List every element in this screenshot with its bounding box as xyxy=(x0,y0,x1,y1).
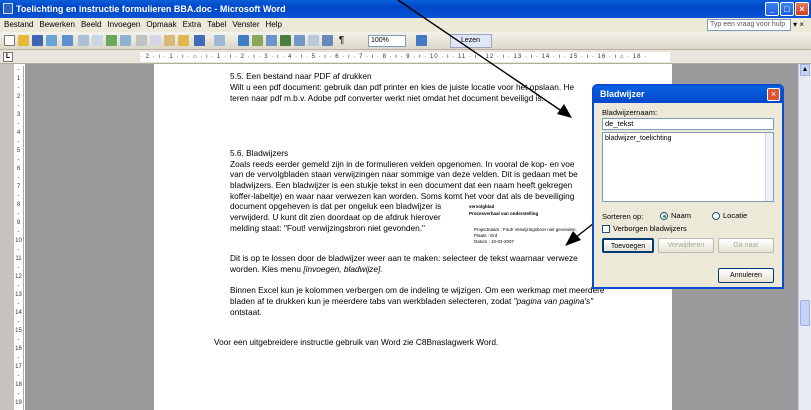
sort-by-name-radio[interactable]: Naam xyxy=(660,211,691,221)
bookmark-list[interactable]: bladwijzer_toelichting xyxy=(602,132,774,202)
add-button[interactable]: Toevoegen xyxy=(602,238,654,253)
dialog-close-button[interactable]: × xyxy=(767,88,780,101)
goto-button[interactable]: Ga naar xyxy=(718,238,774,253)
sort-by-location-radio[interactable]: Locatie xyxy=(712,211,747,221)
bookmark-name-input[interactable]: de_tekst xyxy=(602,118,774,130)
list-scrollbar[interactable] xyxy=(765,133,773,201)
bookmark-name-label: Bladwijzernaam: xyxy=(602,108,658,117)
sort-label: Sorteren op: xyxy=(602,212,644,221)
dialog-title: Bladwijzer xyxy=(594,86,782,103)
delete-button[interactable]: Verwijderen xyxy=(658,238,714,253)
list-item[interactable]: bladwijzer_toelichting xyxy=(603,133,773,144)
bookmark-dialog: Bladwijzer × Bladwijzernaam: de_tekst bl… xyxy=(592,84,784,289)
cancel-button[interactable]: Annuleren xyxy=(718,268,774,283)
hidden-bookmarks-checkbox[interactable]: Verborgen bladwijzers xyxy=(602,224,687,234)
